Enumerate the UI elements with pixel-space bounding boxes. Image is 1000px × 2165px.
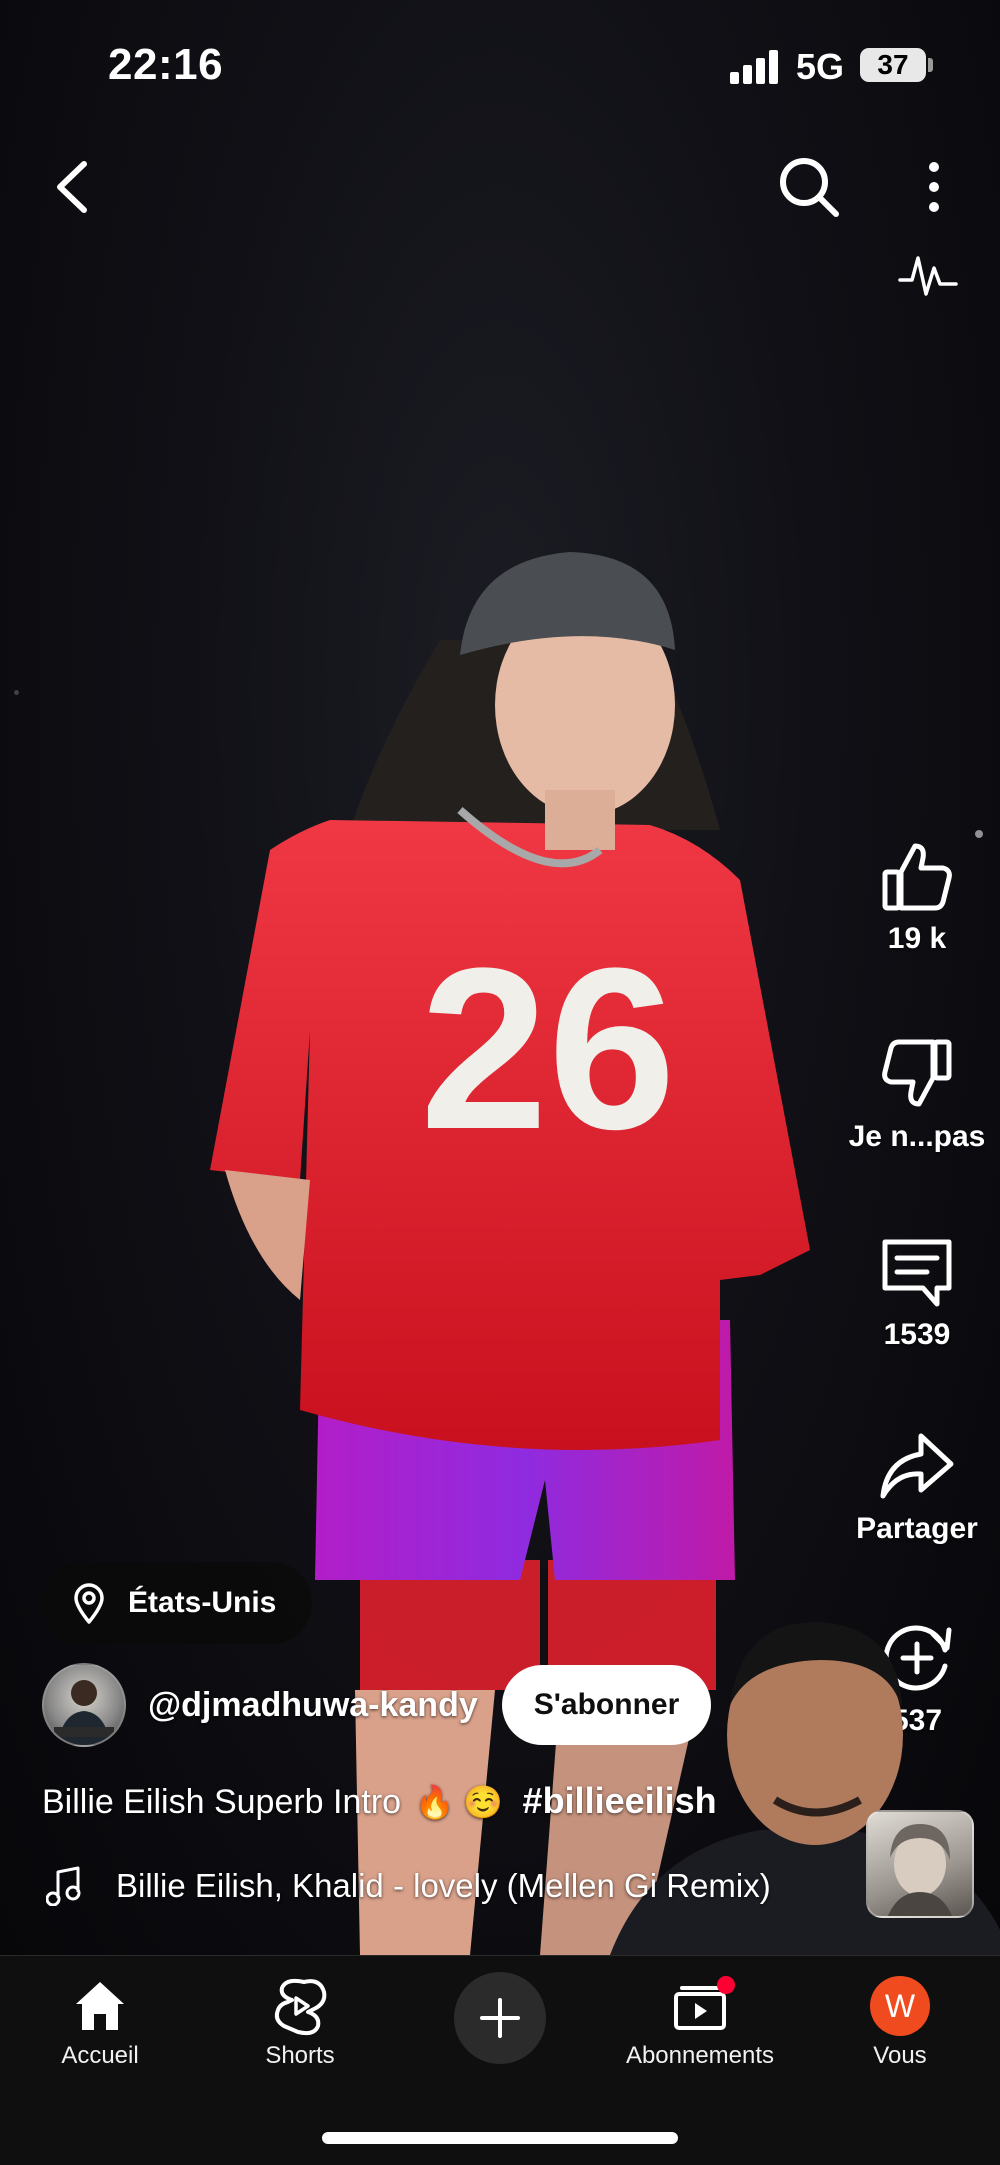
create-button[interactable] (454, 1972, 546, 2064)
battery-level: 37 (860, 48, 926, 82)
bottom-nav: Accueil Shorts Abonnements W Vous (0, 1955, 1000, 2165)
network-type: 5G (796, 46, 845, 87)
share-button[interactable]: Partager (832, 1428, 1000, 1546)
location-label: États-Unis (128, 1586, 277, 1619)
nav-subscriptions[interactable]: Abonnements (600, 1976, 800, 2070)
share-icon (880, 1433, 954, 1499)
home-indicator[interactable] (322, 2132, 678, 2144)
status-time: 22:16 (108, 40, 224, 89)
caption-emojis: 🔥 ☺️ (414, 1784, 504, 1820)
signal-icon (730, 50, 778, 84)
dislike-label: Je n...pas (848, 1120, 986, 1153)
more-vert-icon[interactable] (916, 154, 952, 220)
notification-dot (717, 1976, 735, 1994)
thumb-up-icon (882, 843, 952, 911)
channel-avatar[interactable] (42, 1663, 126, 1747)
nav-subscriptions-label: Abonnements (625, 2042, 775, 2069)
nav-shorts-label: Shorts (265, 2042, 335, 2069)
channel-row: @djmadhuwa-kandy S'abonner (42, 1663, 712, 1747)
comment-icon (882, 1239, 952, 1307)
chevron-left-icon[interactable] (42, 152, 102, 222)
location-pin-icon (74, 1583, 104, 1624)
like-count: 19 k (887, 922, 947, 955)
subscribe-button[interactable]: S'abonner (501, 1665, 712, 1745)
shorts-icon (274, 1978, 327, 2036)
nav-home[interactable]: Accueil (0, 1976, 200, 2070)
music-track: Billie Eilish, Khalid - lovely (Mellen G… (116, 1867, 771, 1904)
nav-home-label: Accueil (61, 2042, 139, 2069)
search-icon[interactable] (776, 154, 842, 220)
comment-count: 1539 (883, 1318, 951, 1351)
like-button[interactable]: 19 k (832, 838, 1000, 956)
svg-text:26: 26 (420, 920, 676, 1177)
music-note-icon (46, 1866, 81, 1906)
caption-text: Billie Eilish Superb Intro (42, 1783, 402, 1821)
home-icon (76, 1982, 124, 2030)
channel-handle[interactable]: @djmadhuwa-kandy (148, 1686, 478, 1725)
plus-icon (480, 1998, 520, 2038)
nav-shorts[interactable]: Shorts (200, 1976, 400, 2070)
location-chip[interactable]: États-Unis (42, 1562, 313, 1644)
comment-button[interactable]: 1539 (832, 1234, 1000, 1352)
dislike-button[interactable]: Je n...pas (832, 1036, 1000, 1154)
nav-you[interactable]: W Vous (800, 1976, 1000, 2070)
thumb-down-icon (882, 1039, 952, 1107)
status-bar: 22:16 5G 37 (0, 0, 1000, 130)
sound-thumbnail[interactable] (866, 1810, 974, 1918)
you-avatar: W (870, 1976, 930, 2036)
battery-tip (928, 58, 933, 72)
caption-hashtag[interactable]: #billieeilish (523, 1780, 717, 1821)
music-row[interactable]: Billie Eilish, Khalid - lovely (Mellen G… (46, 1866, 771, 1906)
shorts-screen: 26 22:16 5G 37 19 k Je n...pas 1539 Part… (0, 0, 1000, 2165)
pulse-icon[interactable] (898, 250, 958, 300)
sound-thumbnail-image (888, 1824, 952, 1916)
avatar-image (54, 1680, 114, 1745)
share-label: Partager (856, 1512, 978, 1545)
nav-you-label: Vous (873, 2042, 927, 2069)
video-caption[interactable]: Billie Eilish Superb Intro 🔥 ☺️ #billiee… (42, 1780, 717, 1822)
